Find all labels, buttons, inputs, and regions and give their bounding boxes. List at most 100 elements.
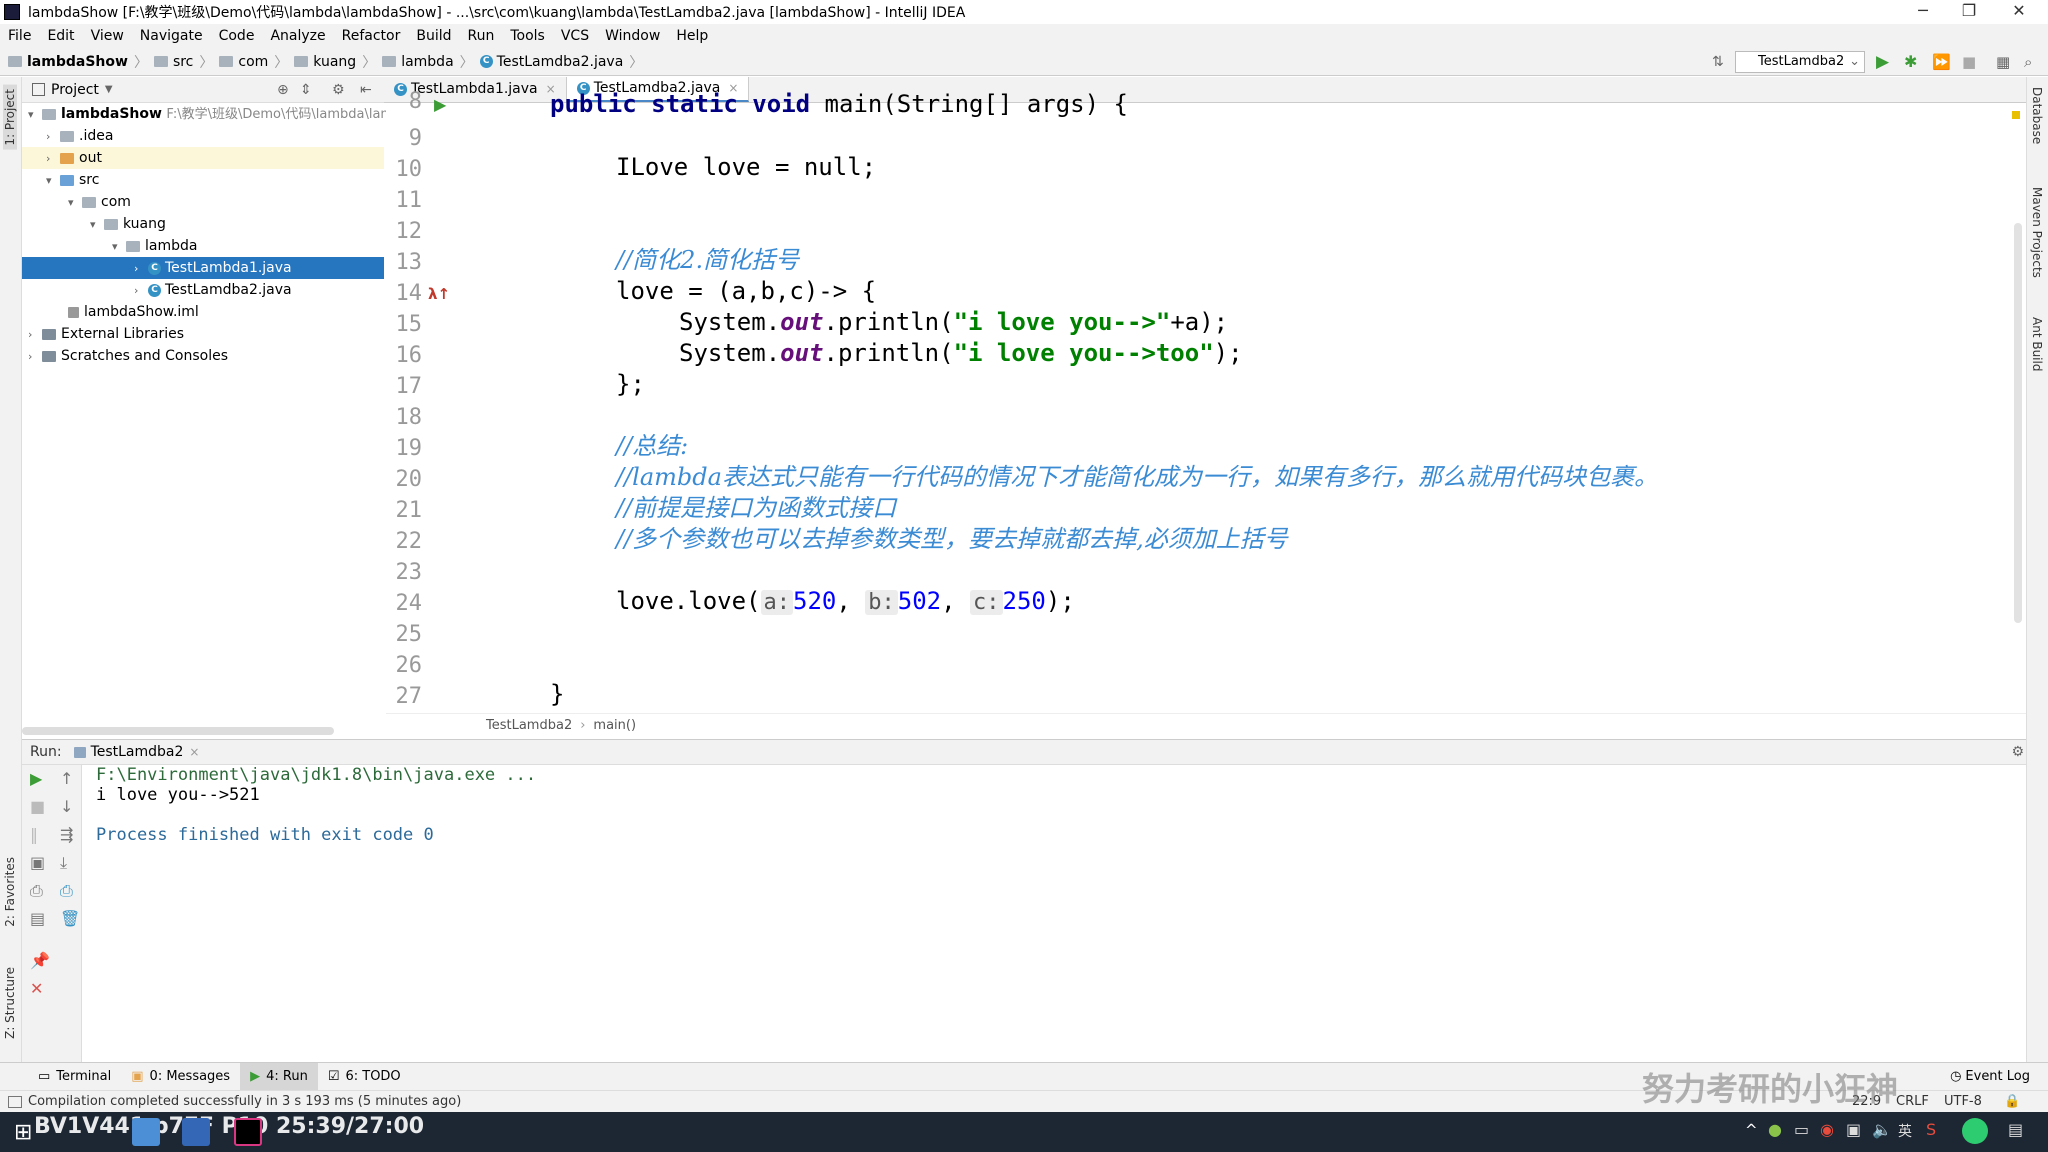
- clear-all-icon[interactable]: 🗑: [60, 909, 80, 928]
- breadcrumb-kuang[interactable]: kuang: [313, 54, 356, 70]
- tree-item-lambda[interactable]: ▾ lambda: [112, 235, 197, 257]
- tray-up-icon[interactable]: ^: [1745, 1121, 1758, 1139]
- locate-icon[interactable]: ⊕: [277, 82, 289, 98]
- tree-item-testlamdba2[interactable]: › C TestLamdba2.java: [134, 279, 292, 301]
- favorites-tool-button[interactable]: 2: Favorites: [3, 857, 17, 927]
- notification-icon[interactable]: ▤: [2008, 1120, 2023, 1139]
- pin-icon[interactable]: 📌: [30, 951, 50, 970]
- database-tool-button[interactable]: Database: [2030, 87, 2044, 144]
- collapse-icon[interactable]: ⇕: [300, 82, 312, 98]
- stop-icon[interactable]: ■: [1962, 53, 1976, 71]
- crumb-class[interactable]: TestLamdba2: [486, 718, 572, 733]
- close-icon[interactable]: ×: [189, 745, 199, 759]
- lambda-gutter-icon[interactable]: λ↑: [428, 285, 450, 303]
- maven-tool-button[interactable]: Maven Projects: [2030, 187, 2044, 278]
- structure-tool-button[interactable]: Z: Structure: [3, 967, 17, 1039]
- tree-item-root[interactable]: ▾ lambdaShow F:\教学\班级\Demo\代码\lambda\lam: [28, 103, 393, 125]
- menu-edit[interactable]: Edit: [39, 28, 82, 44]
- event-log-button[interactable]: ◷ Event Log: [1940, 1063, 2040, 1091]
- tray-app-icon[interactable]: ●: [1768, 1120, 1782, 1139]
- coverage-icon[interactable]: ⏩: [1932, 53, 1951, 71]
- run-tab[interactable]: TestLamdba2 ×: [73, 744, 199, 760]
- crumb-method[interactable]: main(): [593, 718, 636, 733]
- warning-marker[interactable]: [2012, 111, 2020, 119]
- breadcrumb-lambda[interactable]: lambda: [401, 54, 453, 70]
- menu-build[interactable]: Build: [408, 28, 459, 44]
- tab-run[interactable]: ▶ 4: Run: [240, 1062, 318, 1091]
- ant-tool-button[interactable]: Ant Build: [2030, 317, 2044, 371]
- up-icon[interactable]: ↑: [60, 769, 73, 788]
- tab-todo[interactable]: ☑ 6: TODO: [318, 1063, 411, 1091]
- stop-icon[interactable]: ■: [30, 797, 45, 816]
- tab-messages[interactable]: ▣ 0: Messages: [121, 1063, 240, 1091]
- tab-terminal[interactable]: ▭ Terminal: [28, 1063, 121, 1091]
- tree-item-idea[interactable]: › .idea: [46, 125, 113, 147]
- windows-start-icon[interactable]: ⊞: [14, 1120, 32, 1145]
- tray-battery-icon[interactable]: ▭: [1794, 1120, 1809, 1139]
- tree-item-external-libraries[interactable]: › External Libraries: [28, 323, 184, 345]
- horizontal-scrollbar[interactable]: [22, 727, 334, 735]
- tree-item-iml[interactable]: lambdaShow.iml: [68, 301, 199, 323]
- menu-run[interactable]: Run: [460, 28, 503, 44]
- hide-icon[interactable]: ⇤: [360, 82, 372, 98]
- menu-analyze[interactable]: Analyze: [262, 28, 333, 44]
- dump-threads-icon[interactable]: ⎙: [30, 881, 43, 901]
- line-separator[interactable]: CRLF: [1896, 1094, 1929, 1109]
- status-panel-icon[interactable]: [8, 1095, 22, 1108]
- breadcrumb-src[interactable]: src: [173, 54, 193, 70]
- gear-icon[interactable]: ⚙: [332, 82, 345, 98]
- menu-window[interactable]: Window: [597, 28, 668, 44]
- menu-code[interactable]: Code: [211, 28, 263, 44]
- maximize-button[interactable]: ❐: [1946, 0, 1992, 24]
- browser-icon[interactable]: [182, 1118, 210, 1146]
- pause-icon[interactable]: ‖: [30, 825, 38, 844]
- gear-icon[interactable]: ⚙: [2011, 744, 2024, 760]
- rerun-icon[interactable]: ▶: [30, 769, 42, 788]
- chevron-down-icon[interactable]: ▼: [105, 84, 113, 95]
- vertical-scrollbar[interactable]: [2014, 223, 2022, 623]
- run-gutter-icon[interactable]: ▶: [434, 95, 446, 114]
- menu-view[interactable]: View: [83, 28, 132, 44]
- intellij-taskbar-icon[interactable]: [234, 1118, 262, 1146]
- console-output[interactable]: F:\Environment\java\jdk1.8\bin\java.exe …: [82, 765, 2026, 1062]
- tree-item-testlambda1[interactable]: › C TestLambda1.java: [22, 257, 384, 279]
- layout-icon[interactable]: ▤: [30, 909, 45, 928]
- file-encoding[interactable]: UTF-8: [1944, 1094, 1982, 1109]
- project-tool-button[interactable]: 1: Project: [3, 85, 17, 150]
- breadcrumb-com[interactable]: com: [238, 54, 268, 70]
- tray-status-icon[interactable]: [1962, 1118, 1988, 1144]
- soft-wrap-icon[interactable]: ⇶: [60, 825, 73, 844]
- down-icon[interactable]: ↓: [60, 797, 73, 816]
- tray-record-icon[interactable]: ◉: [1820, 1120, 1834, 1139]
- minimize-button[interactable]: ─: [1900, 0, 1946, 24]
- tray-volume-icon[interactable]: 🔈: [1872, 1120, 1892, 1139]
- tray-ime-icon[interactable]: 英: [1898, 1121, 1912, 1141]
- menu-file[interactable]: File: [0, 28, 39, 44]
- tree-item-com[interactable]: ▾ com: [68, 191, 131, 213]
- breadcrumb-project[interactable]: lambdaShow: [27, 54, 128, 70]
- tree-item-src[interactable]: ▾ src: [46, 169, 99, 191]
- project-panel-title[interactable]: Project: [51, 82, 99, 98]
- close-button[interactable]: ✕: [1996, 0, 2042, 24]
- tree-item-kuang[interactable]: ▾ kuang: [90, 213, 166, 235]
- tray-sogou-icon[interactable]: S: [1926, 1120, 1936, 1139]
- scroll-end-icon[interactable]: ⤓: [60, 853, 67, 873]
- menu-vcs[interactable]: VCS: [553, 28, 597, 44]
- lock-icon[interactable]: 🔒: [2004, 1094, 2020, 1109]
- tree-item-scratches[interactable]: › Scratches and Consoles: [28, 345, 228, 367]
- close-icon[interactable]: ✕: [30, 979, 43, 998]
- tray-network-icon[interactable]: ▣: [1846, 1120, 1861, 1139]
- menu-refactor[interactable]: Refactor: [334, 28, 409, 44]
- tree-item-out[interactable]: › out: [22, 147, 384, 169]
- debug-icon[interactable]: ✱: [1904, 52, 1917, 71]
- print-icon[interactable]: ⎙: [60, 881, 73, 901]
- menu-tools[interactable]: Tools: [502, 28, 553, 44]
- sort-icon[interactable]: ⇅: [1712, 54, 1724, 70]
- run-icon[interactable]: ▶: [1876, 52, 1889, 72]
- breadcrumb-file[interactable]: TestLamdba2.java: [497, 54, 624, 70]
- run-config-select[interactable]: TestLamdba2 ⌄: [1735, 51, 1865, 73]
- code-editor[interactable]: public static void main(String[] args) {…: [476, 90, 2026, 713]
- restore-layout-icon[interactable]: ▣: [30, 853, 45, 872]
- search-icon[interactable]: ⌕: [2024, 53, 2032, 71]
- file-explorer-icon[interactable]: [132, 1118, 160, 1146]
